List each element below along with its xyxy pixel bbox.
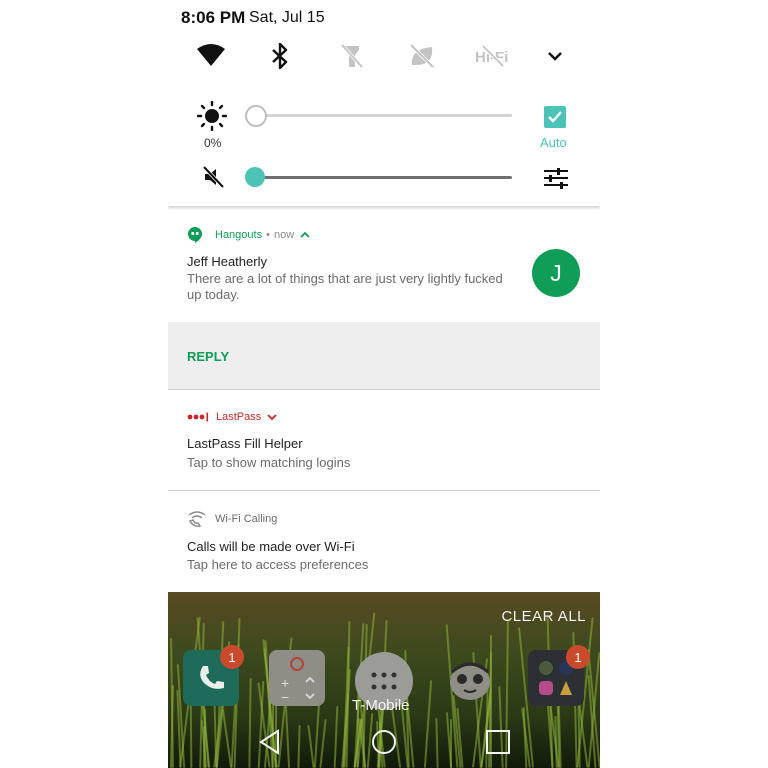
home-screen-wallpaper: CLEAR ALL 1 + − 1 T-Mobile [168, 592, 600, 768]
hangouts-header: Hangouts • now [187, 226, 310, 244]
grass-blade [313, 701, 321, 768]
notification-shade: 8:06 PM Sat, Jul 15 Hi-Fi 0% Auto Hangou… [168, 0, 600, 768]
grass-blade [248, 677, 252, 768]
lastpass-app-name: LastPass [216, 411, 262, 423]
volume-slider-thumb[interactable] [245, 167, 265, 187]
back-icon[interactable] [258, 729, 282, 760]
auto-brightness-label: Auto [540, 135, 567, 150]
hangouts-icon [187, 226, 203, 244]
hangouts-notification[interactable]: Hangouts • now Jeff Heatherly There are … [168, 207, 600, 322]
battery-saver-off-icon[interactable] [405, 40, 439, 72]
hangouts-actions: REPLY [168, 322, 600, 389]
hangouts-app-name: Hangouts [215, 229, 263, 241]
flashlight-off-icon[interactable] [335, 40, 369, 72]
wifi-calling-body: Tap here to access preferences [187, 557, 369, 572]
home-icon[interactable] [371, 729, 397, 760]
collapse-chevron-icon[interactable] [300, 231, 310, 239]
grass-blade [345, 620, 351, 768]
wifi-calling-title: Calls will be made over Wi-Fi [187, 539, 355, 554]
carrier-label: T-Mobile [352, 697, 410, 714]
status-date: Sat, Jul 15 [249, 9, 325, 26]
grass-blade [423, 680, 433, 768]
reply-button[interactable]: REPLY [187, 349, 229, 364]
grass-blade [221, 709, 233, 768]
sloth-app-icon[interactable] [442, 652, 498, 708]
svg-text:Hi-Fi: Hi-Fi [475, 49, 508, 66]
bullet-separator: • [266, 229, 270, 241]
wifi-calling-notification[interactable]: Wi-Fi Calling Calls will be made over Wi… [168, 491, 600, 592]
clear-all-button[interactable]: CLEAR ALL [501, 608, 586, 625]
brightness-percent: 0% [204, 136, 222, 150]
volume-slider[interactable] [256, 176, 512, 179]
svg-text:−: − [281, 689, 289, 705]
lastpass-body: Tap to show matching logins [187, 455, 351, 470]
expand-chevron-icon[interactable] [538, 40, 572, 72]
wifi-calling-app-name: Wi-Fi Calling [215, 513, 278, 525]
wifi-icon[interactable] [194, 40, 228, 72]
auto-brightness-checkbox[interactable] [544, 106, 566, 128]
avatar: J [532, 249, 580, 297]
expand-chevron-icon[interactable] [267, 413, 277, 421]
hangouts-sender: Jeff Heatherly [187, 254, 267, 269]
quick-settings: 8:06 PM Sat, Jul 15 Hi-Fi 0% Auto [168, 0, 600, 206]
bluetooth-icon[interactable] [263, 40, 297, 72]
lastpass-title: LastPass Fill Helper [187, 436, 303, 451]
hangouts-message: There are a lot of things that are just … [187, 271, 503, 302]
grass-blade [297, 724, 301, 768]
sound-settings-icon[interactable] [542, 166, 570, 195]
lastpass-notification[interactable]: LastPass LastPass Fill Helper Tap to sho… [168, 390, 600, 490]
brightness-icon [196, 100, 228, 136]
volume-mute-icon[interactable] [202, 165, 226, 194]
folder-badge: 1 [566, 645, 590, 669]
hifi-off-icon[interactable]: Hi-Fi [473, 40, 513, 72]
grass-blade [333, 705, 339, 768]
remote-app-icon[interactable]: + − [269, 650, 325, 706]
hangouts-time: now [273, 229, 295, 241]
wifi-calling-header: Wi-Fi Calling [187, 510, 277, 528]
grass-blade [319, 719, 327, 768]
lastpass-header: LastPass [187, 411, 277, 423]
recents-icon[interactable] [485, 729, 511, 760]
lastpass-icon [187, 412, 209, 422]
status-time: 8:06 PM [181, 8, 246, 27]
brightness-slider-thumb[interactable] [245, 105, 267, 127]
brightness-slider[interactable] [256, 114, 512, 117]
wifi-calling-icon [187, 510, 207, 528]
phone-badge: 1 [220, 645, 244, 669]
grass-blade [435, 717, 439, 768]
